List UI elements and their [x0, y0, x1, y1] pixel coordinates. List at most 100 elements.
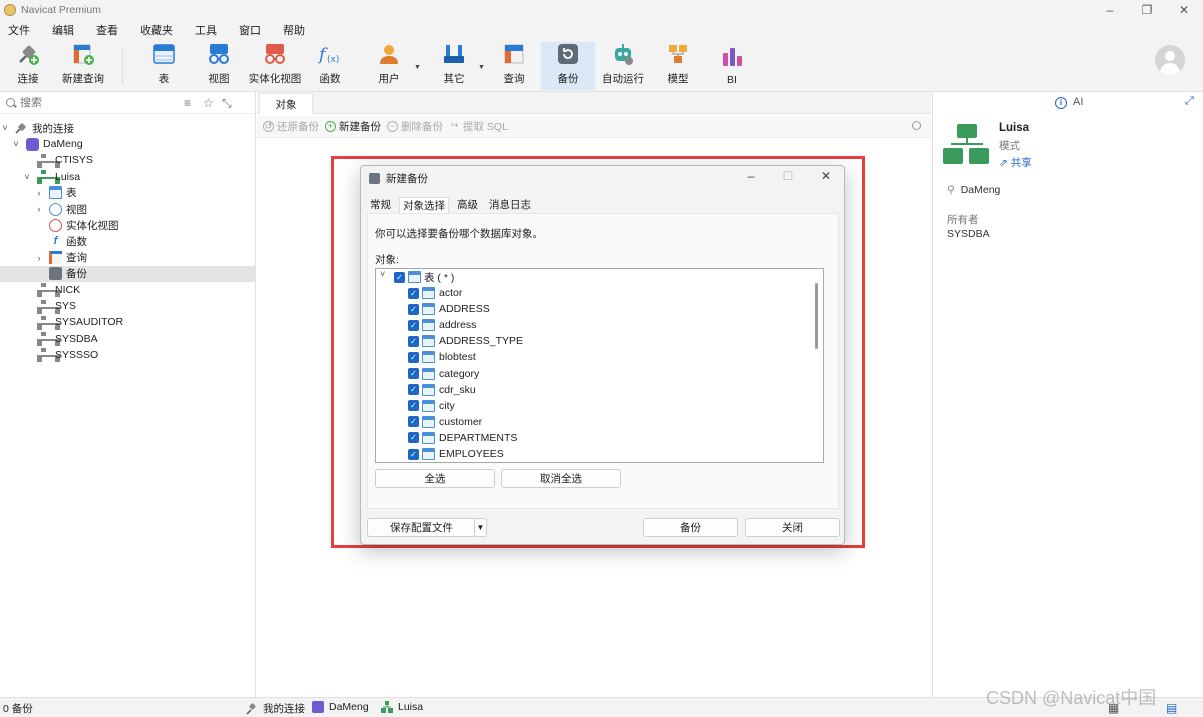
object-checkbox[interactable]: ✓ [408, 384, 419, 396]
owner-value: SYSDBA [947, 228, 990, 240]
filter-icon[interactable]: ≡ [184, 96, 191, 110]
other-dropdown-arrow[interactable]: ▼ [478, 64, 485, 71]
scrollbar-thumb[interactable] [815, 283, 818, 349]
collapse-icon[interactable]: ⤡ [222, 96, 232, 111]
close-window-button[interactable]: ✕ [1165, 0, 1203, 20]
status-crumb-connections[interactable]: 我的连接 [246, 701, 305, 716]
object-checkbox[interactable]: ✓ [408, 351, 419, 363]
tree-item-dameng[interactable]: ˅ DaMeng [0, 136, 256, 152]
chevron-down-icon[interactable]: ˅ [0, 123, 10, 133]
tree-item-backups[interactable]: 备份 [0, 265, 256, 282]
tree-item-views[interactable]: › 视图 [0, 201, 256, 217]
tree-item-luisa[interactable]: ˅ Luisa [0, 169, 256, 185]
tree-item-sysauditor[interactable]: SYSAUDITOR [0, 314, 256, 330]
dialog-title: 新建备份 [386, 172, 428, 185]
chevron-right-icon[interactable]: › [34, 188, 44, 198]
menu-tools[interactable]: 工具 [195, 22, 217, 38]
tree-item-sysdba[interactable]: SYSDBA [0, 330, 256, 347]
table-button[interactable]: 表 [144, 42, 184, 90]
object-label: ADDRESS_TYPE [439, 335, 524, 348]
star-icon[interactable]: ☆ [203, 96, 214, 110]
info-panel-header: i AI ⤢ [933, 92, 1203, 114]
query-button[interactable]: 查询 [494, 42, 534, 90]
dialog-minimize-button[interactable]: – [741, 169, 761, 187]
tree-item-nick[interactable]: NICK [0, 282, 256, 298]
select-all-button[interactable]: 全选 [375, 469, 495, 488]
share-link[interactable]: ⇗ 共享 [999, 155, 1032, 170]
tab-object-selection[interactable]: 对象选择 [399, 197, 449, 213]
backup-button[interactable]: 备份 [541, 42, 595, 90]
user-dropdown-arrow[interactable]: ▼ [414, 64, 421, 71]
dialog-close-icon[interactable]: ✕ [816, 169, 836, 187]
schema-icon [37, 315, 60, 330]
status-crumb-dameng[interactable]: DaMeng [312, 701, 369, 713]
tree-item-my-connections[interactable]: ˅ 我的连接 [0, 120, 256, 136]
save-profile-button[interactable]: 保存配置文件 [367, 518, 476, 537]
chevron-right-icon[interactable]: › [34, 204, 44, 214]
tree-item-sys[interactable]: SYS [0, 298, 256, 314]
menu-help[interactable]: 帮助 [283, 22, 305, 38]
object-checkbox[interactable]: ✓ [408, 448, 419, 460]
tree-item-queries[interactable]: › 查询 [0, 250, 256, 266]
tree-item-tables[interactable]: › 表 [0, 185, 256, 201]
user-avatar[interactable] [1155, 45, 1185, 75]
tree-item-ctisys[interactable]: CTISYS [0, 152, 256, 168]
tree-item-functions[interactable]: f 函数 [0, 233, 256, 249]
object-checkbox[interactable]: ✓ [408, 287, 419, 299]
new-backup-button[interactable]: + 新建备份 [325, 119, 381, 134]
tree-item-materialized-views[interactable]: 实体化视图 [0, 217, 256, 233]
tree-item-syssso[interactable]: SYSSSO [0, 347, 256, 363]
chevron-down-icon[interactable]: ˅ [11, 139, 21, 149]
navigator-search-input[interactable] [20, 96, 170, 109]
object-checkbox[interactable]: ✓ [408, 432, 419, 444]
view-button[interactable]: 视图 [198, 42, 240, 90]
tab-general[interactable]: 常规 [367, 197, 394, 213]
object-checkbox[interactable]: ✓ [408, 335, 419, 347]
user-button[interactable]: 用户 [368, 42, 410, 90]
menu-file[interactable]: 文件 [8, 22, 30, 38]
object-checkbox[interactable]: ✓ [408, 303, 419, 315]
plug-icon [16, 42, 40, 66]
menu-window[interactable]: 窗口 [239, 22, 261, 38]
chevron-down-icon[interactable]: ˅ [380, 269, 385, 279]
connect-button[interactable]: 连接 [6, 42, 50, 90]
function-button[interactable]: f (x) 函数 [310, 42, 350, 90]
object-checkbox[interactable]: ✓ [408, 368, 419, 379]
restore-backup-button[interactable]: ↺ 还原备份 [263, 119, 319, 134]
status-crumb-luisa[interactable]: Luisa [381, 701, 423, 713]
model-button[interactable]: 模型 [658, 42, 698, 90]
new-backup-dialog: 新建备份 – ☐ ✕ 常规 对象选择 高级 消息日志 你可以选择要备份哪个数据库… [360, 165, 845, 545]
menu-favorites[interactable]: 收藏夹 [140, 22, 173, 38]
tab-message-log[interactable]: 消息日志 [486, 197, 534, 213]
materialized-view-button[interactable]: 实体化视图 [248, 42, 302, 90]
info-icon[interactable]: i [1055, 97, 1067, 109]
close-dialog-button[interactable]: 关闭 [745, 518, 840, 537]
maximize-button[interactable]: ❐ [1128, 0, 1166, 20]
chevron-down-icon[interactable]: ˅ [22, 172, 32, 182]
save-profile-dropdown-icon[interactable]: ▼ [474, 518, 487, 537]
ai-tab[interactable]: AI [1073, 96, 1083, 108]
delete-backup-button[interactable]: − 删除备份 [387, 119, 443, 134]
function-icon: f [53, 234, 58, 247]
expand-icon[interactable]: ⤢ [1185, 95, 1194, 108]
menu-edit[interactable]: 编辑 [52, 22, 74, 38]
chevron-right-icon[interactable]: › [34, 253, 44, 263]
tab-advanced[interactable]: 高级 [454, 197, 481, 213]
tab-objects[interactable]: 对象 [259, 93, 313, 114]
automation-button[interactable]: 自动运行 [600, 42, 646, 90]
object-checkbox[interactable]: ✓ [408, 400, 419, 412]
object-checkbox[interactable]: ✓ [408, 319, 419, 331]
dialog-maximize-button[interactable]: ☐ [778, 169, 798, 187]
root-checkbox[interactable]: ✓ [394, 271, 405, 283]
search-icon[interactable] [912, 121, 921, 130]
menu-view[interactable]: 查看 [96, 22, 118, 38]
deselect-all-button[interactable]: 取消全选 [501, 469, 621, 488]
backup-dialog-button[interactable]: 备份 [643, 518, 738, 537]
bi-button[interactable]: BI [712, 42, 752, 90]
object-checkbox[interactable]: ✓ [408, 416, 419, 428]
other-button[interactable]: 其它 [434, 42, 474, 90]
minimize-button[interactable]: – [1091, 0, 1129, 20]
detail-view-icon[interactable]: ▤ [1166, 701, 1177, 715]
new-query-button[interactable]: 新建查询 [58, 42, 108, 90]
extract-sql-button[interactable]: ↪ 提取 SQL [449, 119, 508, 134]
